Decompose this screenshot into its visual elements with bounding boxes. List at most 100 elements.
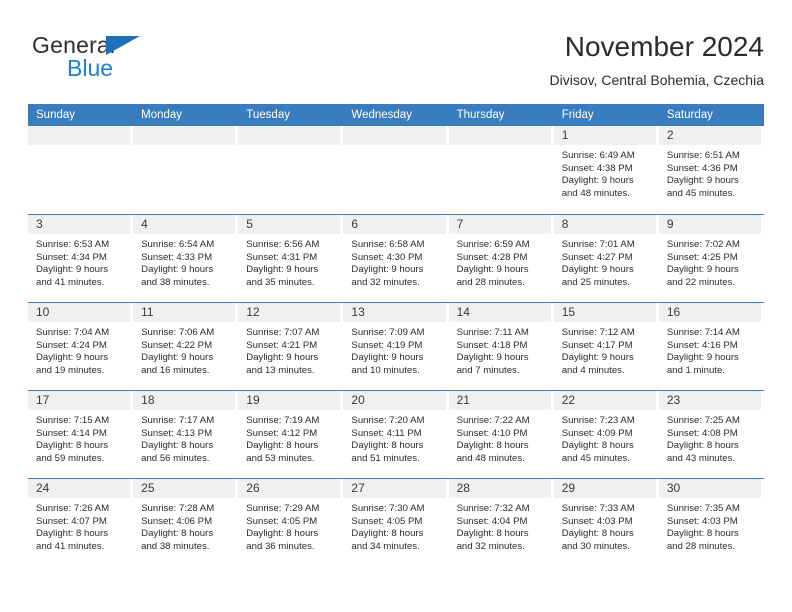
day-info-line: Daylight: 9 hours: [456, 264, 529, 276]
calendar-day-cell[interactable]: 3 Sunrise: 6:53 AM Sunset: 4:34 PM Daylight…: [28, 215, 133, 302]
calendar-day-cell[interactable]: 10 Sunrise: 7:04 AM Sunset: 4:24 PM Dayligh…: [28, 303, 133, 390]
day-info-line: and 4 minutes.: [561, 364, 625, 376]
calendar-day-cell[interactable]: 23 Sunrise: 7:25 AM Sunset: 4:08 PM Dayligh…: [658, 391, 764, 478]
brand-name-blue: Blue: [67, 55, 114, 81]
calendar-day-cell[interactable]: 16 Sunrise: 7:14 AM Sunset: 4:16 PM Dayligh…: [658, 303, 764, 390]
calendar-day-cell[interactable]: 21 Sunrise: 7:22 AM Sunset: 4:10 PM Dayligh…: [448, 391, 554, 478]
day-info-line: Sunset: 4:05 PM: [351, 515, 423, 527]
weekday-header-row: Sunday Monday Tuesday Wednesday Thursday Frid…: [28, 104, 764, 126]
calendar-day-cell[interactable]: 17 Sunrise: 7:15 AM Sunset: 4:14 PM Dayligh…: [28, 391, 133, 478]
day-info-line: Daylight: 8 hours: [246, 440, 319, 452]
day-number: 30: [666, 481, 681, 495]
day-sun-info: Sunrise: 6:54 AM Sunset: 4:33 PM Daylight:…: [133, 234, 238, 289]
day-info-line: Daylight: 9 hours: [456, 352, 529, 364]
calendar-day-cell-empty: [238, 126, 343, 214]
calendar-day-cell[interactable]: 15 Sunrise: 7:12 AM Sunset: 4:17 PM Dayligh…: [553, 303, 659, 390]
day-number: 4: [141, 217, 148, 231]
calendar-day-cell[interactable]: 24 Sunrise: 7:26 AM Sunset: 4:07 PM Dayligh…: [28, 479, 133, 566]
day-info-line: Sunset: 4:08 PM: [666, 427, 738, 439]
day-info-line: Sunset: 4:18 PM: [456, 339, 528, 351]
day-number: 12: [246, 305, 260, 319]
calendar-day-cell[interactable]: 6 Sunrise: 6:58 AM Sunset: 4:30 PM Daylight…: [343, 215, 448, 302]
day-number-band: 20: [343, 391, 446, 410]
day-number-band: 27: [343, 479, 446, 498]
day-info-line: Sunrise: 7:07 AM: [246, 327, 320, 338]
day-number: 8: [561, 217, 569, 231]
calendar-day-cell[interactable]: 7 Sunrise: 6:59 AM Sunset: 4:28 PM Daylight…: [448, 215, 554, 302]
day-sun-info: Sunrise: 7:15 AM Sunset: 4:14 PM Daylight:…: [28, 410, 133, 465]
calendar-day-cell[interactable]: 19 Sunrise: 7:19 AM Sunset: 4:12 PM Dayligh…: [238, 391, 343, 478]
day-sun-info: [343, 145, 448, 150]
day-info-line: Sunset: 4:34 PM: [36, 251, 107, 263]
day-number-band: 8: [553, 215, 656, 234]
calendar-day-cell[interactable]: 9 Sunrise: 7:02 AM Sunset: 4:25 PM Daylight…: [658, 215, 764, 302]
day-info-line: Daylight: 9 hours: [561, 352, 634, 364]
day-number: 5: [246, 217, 253, 231]
day-sun-info: Sunrise: 7:07 AM Sunset: 4:21 PM Daylight:…: [238, 322, 343, 377]
calendar-day-cell[interactable]: 28 Sunrise: 7:32 AM Sunset: 4:04 PM Dayligh…: [448, 479, 554, 566]
calendar-day-cell[interactable]: 26 Sunrise: 7:29 AM Sunset: 4:05 PM Dayligh…: [238, 479, 343, 566]
day-info-line: Sunrise: 7:26 AM: [36, 503, 110, 514]
day-sun-info: Sunrise: 7:28 AM Sunset: 4:06 PM Daylight:…: [133, 498, 238, 553]
day-number-band: 30: [658, 479, 761, 498]
calendar-day-cell[interactable]: 27 Sunrise: 7:30 AM Sunset: 4:05 PM Dayligh…: [343, 479, 448, 566]
day-sun-info: Sunrise: 6:56 AM Sunset: 4:31 PM Daylight:…: [238, 234, 343, 289]
calendar-day-cell[interactable]: 25 Sunrise: 7:28 AM Sunset: 4:06 PM Dayligh…: [133, 479, 238, 566]
day-info-line: and 56 minutes.: [141, 452, 210, 464]
day-info-line: and 53 minutes.: [246, 452, 315, 464]
day-info-line: Sunset: 4:22 PM: [141, 339, 213, 351]
calendar-day-cell[interactable]: 18 Sunrise: 7:17 AM Sunset: 4:13 PM Dayligh…: [133, 391, 238, 478]
day-info-line: Sunset: 4:21 PM: [246, 339, 318, 351]
brand-name-general: General: [32, 32, 116, 58]
day-number-band: 26: [238, 479, 341, 498]
day-sun-info: Sunrise: 6:59 AM Sunset: 4:28 PM Daylight:…: [449, 234, 554, 289]
day-info-line: Sunset: 4:05 PM: [246, 515, 318, 527]
day-info-line: and 41 minutes.: [36, 540, 105, 552]
day-number-band: 25: [133, 479, 236, 498]
day-number-band: 12: [238, 303, 341, 322]
day-info-line: Sunset: 4:28 PM: [456, 251, 528, 263]
calendar-day-cell-empty: [343, 126, 448, 214]
day-info-line: Daylight: 9 hours: [666, 264, 739, 276]
calendar-day-cell[interactable]: 20 Sunrise: 7:20 AM Sunset: 4:11 PM Dayligh…: [343, 391, 448, 478]
calendar-day-cell[interactable]: 1 Sunrise: 6:49 AM Sunset: 4:38 PM Daylight…: [553, 126, 659, 214]
calendar-day-cell[interactable]: 11 Sunrise: 7:06 AM Sunset: 4:22 PM Dayligh…: [133, 303, 238, 390]
calendar-body: 1 Sunrise: 6:49 AM Sunset: 4:38 PM Daylight…: [28, 126, 764, 566]
day-info-line: Sunrise: 6:56 AM: [246, 239, 320, 250]
brand-logo[interactable]: General Blue: [32, 32, 262, 81]
calendar-day-cell[interactable]: 29 Sunrise: 7:33 AM Sunset: 4:03 PM Dayligh…: [553, 479, 659, 566]
weekday-header-sunday: Sunday: [36, 109, 76, 121]
brand-triangle-icon: [106, 36, 140, 55]
day-number: 15: [561, 305, 576, 319]
calendar-day-cell-empty: [28, 126, 133, 214]
calendar-day-cell[interactable]: 22 Sunrise: 7:23 AM Sunset: 4:09 PM Dayligh…: [553, 391, 659, 478]
day-number-band: 29: [553, 479, 656, 498]
calendar-week-row: 10 Sunrise: 7:04 AM Sunset: 4:24 PM Dayligh…: [28, 302, 764, 390]
day-sun-info: Sunrise: 6:53 AM Sunset: 4:34 PM Daylight:…: [28, 234, 133, 289]
day-info-line: Daylight: 8 hours: [246, 528, 319, 540]
calendar-day-cell[interactable]: 13 Sunrise: 7:09 AM Sunset: 4:19 PM Dayligh…: [343, 303, 448, 390]
day-info-line: Sunset: 4:31 PM: [246, 251, 318, 263]
day-info-line: Sunset: 4:30 PM: [351, 251, 423, 263]
day-info-line: and 7 minutes.: [456, 364, 520, 376]
calendar-day-cell[interactable]: 2 Sunrise: 6:51 AM Sunset: 4:36 PM Daylight…: [658, 126, 764, 214]
calendar-day-cell[interactable]: 30 Sunrise: 7:35 AM Sunset: 4:03 PM Dayligh…: [658, 479, 764, 566]
day-info-line: and 45 minutes.: [666, 187, 736, 199]
day-number-band: 10: [28, 303, 131, 322]
calendar-day-cell[interactable]: 12 Sunrise: 7:07 AM Sunset: 4:21 PM Dayligh…: [238, 303, 343, 390]
calendar-day-cell[interactable]: 4 Sunrise: 6:54 AM Sunset: 4:33 PM Daylight…: [133, 215, 238, 302]
day-info-line: Sunrise: 7:28 AM: [141, 503, 215, 514]
title-block: November 2024 Divisov, Central Bohemia, …: [550, 30, 765, 90]
day-info-line: and 32 minutes.: [456, 540, 525, 552]
brand-logo-top-row: General: [32, 32, 262, 58]
day-info-line: and 36 minutes.: [246, 540, 315, 552]
day-info-line: and 10 minutes.: [351, 364, 420, 376]
day-number-band: 1: [553, 126, 656, 145]
calendar-day-cell[interactable]: 5 Sunrise: 6:56 AM Sunset: 4:31 PM Daylight…: [238, 215, 343, 302]
calendar-day-cell[interactable]: 8 Sunrise: 7:01 AM Sunset: 4:27 PM Daylight…: [553, 215, 659, 302]
day-sun-info: [238, 145, 343, 150]
calendar-day-cell[interactable]: 14 Sunrise: 7:11 AM Sunset: 4:18 PM Dayligh…: [448, 303, 554, 390]
day-info-line: Sunset: 4:03 PM: [666, 515, 738, 527]
day-info-line: Daylight: 9 hours: [36, 264, 108, 276]
day-sun-info: Sunrise: 6:51 AM Sunset: 4:36 PM Daylight:…: [659, 145, 764, 200]
